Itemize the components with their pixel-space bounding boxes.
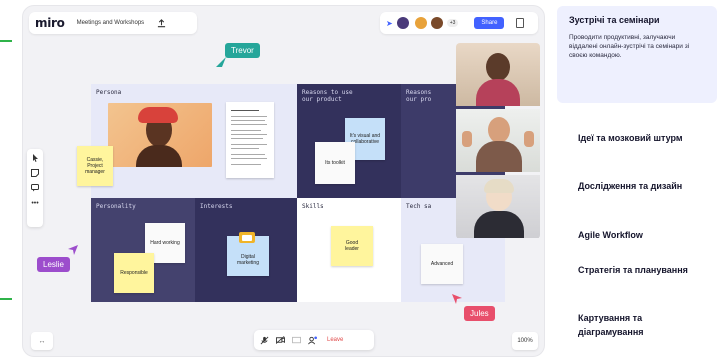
leave-button[interactable]: Leave (327, 337, 343, 343)
more-icon[interactable]: ••• (31, 199, 39, 207)
cursor-icon[interactable]: ➤ (386, 19, 393, 28)
sidebar-item-title: Зустрічі та семінари (569, 15, 660, 25)
trevor-cursor-arrow-icon (216, 57, 226, 67)
thumb-right (524, 131, 534, 147)
sidebar-item-agile[interactable]: Agile Workflow (578, 228, 708, 242)
cell-label-tech: Tech sa (406, 203, 432, 210)
sidebar-item-research[interactable]: Дослідження та дизайн (578, 179, 708, 193)
cell-label-persona: Persona (96, 89, 122, 96)
participants-count[interactable]: +3 (446, 19, 459, 27)
cursor-tag-leslie: Leslie (37, 257, 70, 272)
board-title[interactable]: Meetings and Workshops (77, 20, 145, 26)
sidebar-item-description: Проводити продуктивні, залучаючи віддале… (569, 34, 690, 59)
persona-shoulders (136, 145, 182, 167)
zoom-level[interactable]: 100% (512, 332, 538, 350)
decorative-mark-top (0, 40, 12, 42)
sticky-good-leader[interactable]: Good leader (331, 226, 373, 266)
cursor-icon[interactable] (31, 154, 39, 162)
thumb-left (462, 131, 472, 147)
participant-2-head (488, 117, 510, 143)
sticky-note-icon[interactable] (31, 169, 39, 177)
sticky-toolkit[interactable]: Its toolkit (315, 142, 355, 184)
participant-3-body (474, 211, 524, 238)
jules-cursor-arrow-icon (452, 294, 462, 304)
call-controls: Leave (254, 330, 374, 350)
video-tile-1[interactable] (456, 43, 540, 106)
participant-2-body (476, 141, 522, 172)
participant-3-hair (484, 179, 514, 193)
cell-label-skills: Skills (302, 203, 324, 210)
sticky-responsible[interactable]: Responsible (114, 253, 154, 293)
page-root: Persona Reasons to use our product Reaso… (0, 0, 717, 360)
expand-icon: ↔ (38, 337, 46, 345)
board-header: miro Meetings and Workshops (29, 12, 197, 34)
comment-icon[interactable] (31, 184, 39, 192)
cell-label-reasons-2: Reasons our pro (406, 89, 432, 103)
sidebar-item-ideas[interactable]: Ідеї та мозковий штурм (578, 131, 708, 145)
miro-board[interactable]: Persona Reasons to use our product Reaso… (22, 5, 545, 357)
screen-share-icon[interactable] (292, 336, 301, 345)
cell-label-interests: Interests (200, 203, 233, 210)
expand-button[interactable]: ↔ (31, 332, 53, 350)
persona-photo[interactable] (108, 103, 212, 167)
decorative-mark-bottom (0, 298, 12, 300)
avatar-3[interactable] (430, 17, 443, 29)
avatar-1[interactable] (396, 17, 409, 29)
leslie-cursor-arrow-icon (68, 245, 78, 255)
upload-icon[interactable] (156, 18, 166, 28)
cell-label-reasons-1: Reasons to use our product (302, 89, 353, 103)
camera-off-icon[interactable] (276, 336, 285, 345)
cursor-tag-trevor: Trevor (225, 43, 260, 58)
cell-label-personality: Personality (96, 203, 136, 210)
document-icon[interactable] (516, 18, 525, 28)
video-tile-3[interactable] (456, 175, 540, 238)
video-tile-2[interactable] (456, 109, 540, 172)
sticky-advanced[interactable]: Advanced (421, 244, 463, 284)
miro-logo[interactable]: miro (35, 16, 65, 30)
laptop-icon (239, 232, 255, 243)
participant-1-body (476, 79, 520, 106)
mic-off-icon[interactable] (260, 336, 269, 345)
avatar-2[interactable] (414, 17, 427, 29)
use-case-sidebar: Зустрічі та семінари Проводити продуктив… (557, 0, 717, 360)
video-call-panel[interactable] (456, 43, 540, 239)
participant-1-head (486, 53, 510, 81)
collaboration-bar: ➤ +3 Share (380, 12, 538, 34)
sticky-cassie[interactable]: Cassie, Project manager (77, 146, 113, 186)
sidebar-item-meetings[interactable]: Зустрічі та семінари Проводити продуктив… (557, 6, 717, 103)
cursor-tag-jules: Jules (464, 306, 495, 321)
sidebar-item-strategy[interactable]: Стратегія та планування (578, 263, 708, 277)
persona-flowers (138, 107, 178, 123)
left-toolbar: ••• (27, 149, 43, 227)
add-person-icon[interactable] (308, 335, 317, 345)
share-button[interactable]: Share (474, 17, 505, 29)
sidebar-item-mapping[interactable]: Картування та діаграмування (578, 311, 708, 339)
persona-document[interactable] (226, 102, 274, 178)
